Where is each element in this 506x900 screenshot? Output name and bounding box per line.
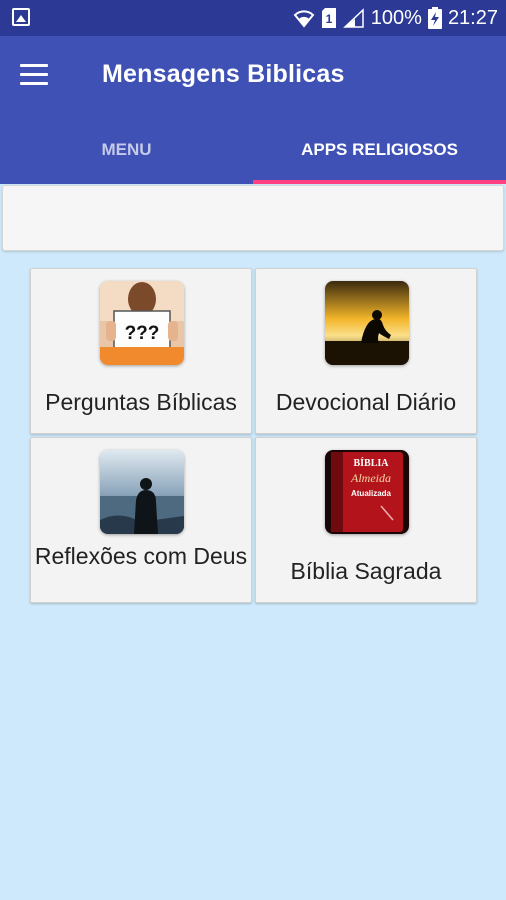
clock: 21:27 <box>447 6 498 29</box>
bible-book-icon: BÍBLIA Almeida Atualizada <box>325 450 409 534</box>
app-label: Bíblia Sagrada <box>290 558 442 584</box>
praying-silhouette-icon <box>325 281 409 365</box>
app-label: Devocional Diário <box>275 389 457 415</box>
battery-percentage: 100% <box>370 6 422 29</box>
wifi-icon <box>293 10 315 28</box>
app-bar: Mensagens Biblicas <box>0 36 506 116</box>
app-label: Reflexões com Deus <box>34 543 248 569</box>
app-title: Mensagens Biblicas <box>102 60 345 88</box>
tab-menu[interactable]: MENU <box>0 116 253 184</box>
status-bar: 1 100% 21:27 <box>0 0 506 36</box>
tab-bar: MENU APPS RELIGIOSOS <box>0 116 506 184</box>
banner-area <box>2 185 504 251</box>
app-label: Perguntas Bíblicas <box>45 389 237 415</box>
bible-title-text: BÍBLIA <box>353 457 389 469</box>
sim-number: 1 <box>325 12 332 26</box>
bible-subtitle-text: Almeida <box>350 471 391 485</box>
app-card-biblia-sagrada[interactable]: BÍBLIA Almeida Atualizada Bíblia Sagrada <box>255 437 477 603</box>
app-card-devocional-diario[interactable]: Devocional Diário <box>255 268 477 434</box>
status-icons: 1 100% 21:27 <box>293 0 498 36</box>
sim-card-icon: 1 <box>321 8 336 28</box>
man-by-sea-icon <box>100 450 184 534</box>
tab-apps-religiosos[interactable]: APPS RELIGIOSOS <box>253 116 506 184</box>
signal-icon <box>342 8 364 28</box>
gallery-notification-icon <box>12 8 30 26</box>
question-marks: ??? <box>125 323 160 344</box>
battery-charging-icon <box>427 7 442 29</box>
app-card-perguntas-biblicas[interactable]: ??? Perguntas Bíblicas <box>30 268 252 434</box>
app-card-reflexoes-com-deus[interactable]: Reflexões com Deus <box>30 437 252 603</box>
menu-icon[interactable] <box>20 64 48 86</box>
bible-edition-text: Atualizada <box>351 489 392 498</box>
question-board-icon: ??? <box>100 281 184 365</box>
